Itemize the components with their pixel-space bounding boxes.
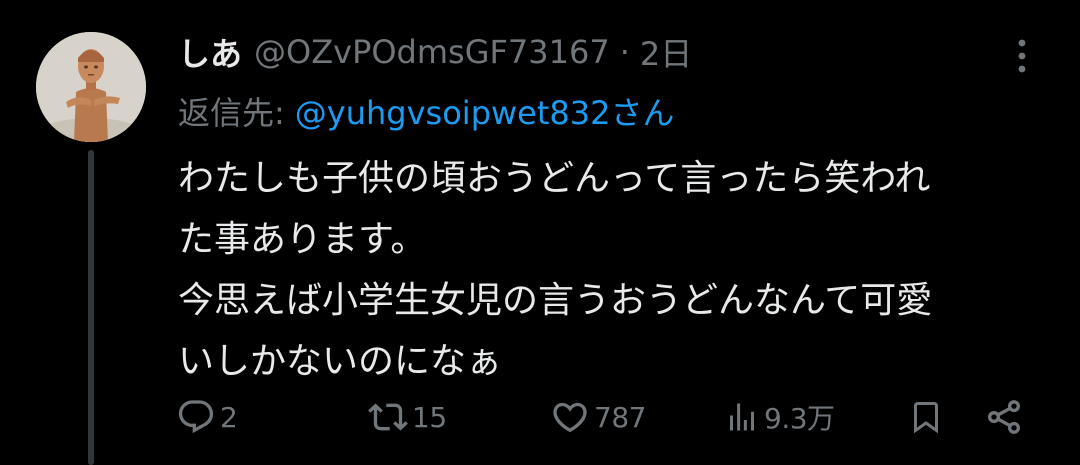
avatar[interactable]: [36, 32, 146, 142]
reply-button[interactable]: 2: [176, 390, 238, 444]
user-handle[interactable]: @OZvPOdmsGF73167: [254, 33, 610, 71]
tweet-text: わたしも子供の頃おうどんって言ったら笑われ た事あります。 今思えば小学生女児の…: [178, 148, 1038, 392]
reply-icon: [178, 400, 214, 434]
heart-icon: [553, 402, 587, 433]
figurine-avatar-icon: [36, 32, 146, 142]
timestamp[interactable]: 2日: [640, 29, 692, 75]
retweet-count: 15: [412, 400, 447, 434]
more-button[interactable]: [1000, 34, 1044, 78]
tweet[interactable]: しあ @OZvPOdmsGF73167 · 2日 返信先: @yuhgvsoip…: [0, 0, 1080, 465]
reply-context: 返信先: @yuhgvsoipwet832さん: [178, 88, 675, 134]
retweet-button[interactable]: 15: [368, 390, 447, 444]
tweet-text-line: 今思えば小学生女児の言うおうどんなんて可愛: [178, 280, 933, 321]
reply-count: 2: [220, 400, 238, 434]
views-button[interactable]: 9.3万: [724, 390, 835, 444]
action-bar: 2 15 787 9.3万: [0, 390, 1080, 444]
tweet-header: しあ @OZvPOdmsGF73167 · 2日: [178, 28, 692, 76]
reply-to-link[interactable]: @yuhgvsoipwet832さん: [295, 88, 675, 134]
more-vertical-icon: [1018, 39, 1026, 73]
like-count: 787: [594, 400, 646, 434]
tweet-text-line: わたしも子供の頃おうどんって言ったら笑われ: [178, 158, 931, 199]
bookmark-button[interactable]: [908, 390, 944, 444]
display-name[interactable]: しあ: [178, 29, 242, 75]
like-button[interactable]: 787: [550, 390, 646, 444]
retweet-icon: [368, 403, 408, 431]
separator-dot: ·: [619, 33, 630, 71]
reply-label: 返信先:: [178, 94, 285, 132]
tweet-text-line: た事あります。: [178, 219, 427, 260]
view-count: 9.3万: [764, 402, 835, 435]
bookmark-icon: [914, 402, 938, 434]
views-icon: [730, 403, 754, 431]
tweet-text-line: いしかないのになぁ: [178, 341, 503, 382]
share-button[interactable]: [984, 390, 1024, 444]
share-icon: [988, 400, 1020, 434]
